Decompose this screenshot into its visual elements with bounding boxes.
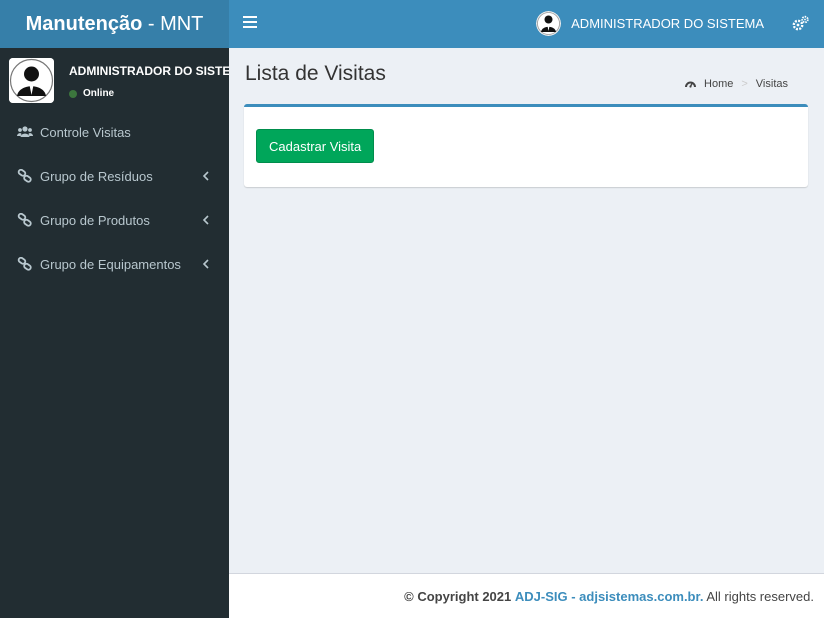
user-avatar-large-icon xyxy=(9,58,54,103)
chevron-left-icon xyxy=(202,215,209,225)
sidebar-item-grupo-equipamentos[interactable]: Grupo de Equipamentos xyxy=(0,242,229,286)
breadcrumb-separator: > xyxy=(741,78,748,90)
sidebar-item-label: Grupo de Equipamentos xyxy=(40,256,181,272)
sidebar-menu: Controle Visitas Grupo de Resíduos Grupo… xyxy=(0,110,229,286)
link-icon xyxy=(17,213,32,227)
sidebar-user-name: ADMINISTRADOR DO SISTEMA xyxy=(69,64,229,78)
dashboard-icon xyxy=(685,81,697,88)
sidebar-user-panel: ADMINISTRADOR DO SISTEMA Online xyxy=(0,48,229,110)
user-menu[interactable]: ADMINISTRADOR DO SISTEMA xyxy=(536,11,764,36)
footer-rights: All rights reserved. xyxy=(703,588,814,604)
chevron-left-icon xyxy=(202,259,209,269)
app-logo[interactable]: Manutenção - MNT xyxy=(0,0,229,48)
footer-copyright: © Copyright 2021 xyxy=(404,588,512,604)
page-title: Lista de Visitas xyxy=(245,62,386,85)
footer-company-link[interactable]: ADJ-SIG xyxy=(515,589,568,604)
online-status-label: Online xyxy=(83,88,115,99)
settings-gears-icon[interactable] xyxy=(792,15,809,32)
sidebar-item-label: Grupo de Produtos xyxy=(40,212,150,228)
footer: © Copyright 2021 ADJ-SIG - adjsistemas.c… xyxy=(229,573,824,618)
logo-bold-text: Manutenção xyxy=(25,12,143,35)
link-icon xyxy=(17,257,32,271)
top-navbar: ADMINISTRADOR DO SISTEMA xyxy=(229,0,824,48)
breadcrumb-current: Visitas xyxy=(755,78,788,90)
logo-rest-text: - MNT xyxy=(142,12,204,35)
breadcrumb: Home > Visitas xyxy=(685,78,788,90)
chevron-left-icon xyxy=(202,171,209,181)
online-status: Online xyxy=(69,88,114,99)
breadcrumb-home-link[interactable]: Home xyxy=(704,78,733,90)
content-box: Cadastrar Visita xyxy=(244,104,808,187)
sidebar-item-label: Controle Visitas xyxy=(40,124,131,140)
sidebar-item-grupo-residuos[interactable]: Grupo de Resíduos xyxy=(0,154,229,198)
user-avatar-icon xyxy=(536,11,562,36)
link-icon xyxy=(17,169,32,183)
footer-separator: - xyxy=(567,588,580,604)
sidebar-toggle-hamburger-icon[interactable] xyxy=(243,16,257,30)
online-status-dot-icon xyxy=(69,89,77,98)
users-icon xyxy=(17,126,33,137)
sidebar-item-controle-visitas[interactable]: Controle Visitas xyxy=(0,110,229,154)
footer-site-link[interactable]: adjsistemas.com.br. xyxy=(579,589,703,604)
register-visit-button[interactable]: Cadastrar Visita xyxy=(256,129,375,163)
sidebar-item-label: Grupo de Resíduos xyxy=(40,168,153,184)
content-header: Lista de Visitas xyxy=(245,62,386,86)
user-menu-name: ADMINISTRADOR DO SISTEMA xyxy=(571,16,764,31)
sidebar: ADMINISTRADOR DO SISTEMA Online Controle… xyxy=(0,48,229,618)
sidebar-item-grupo-produtos[interactable]: Grupo de Produtos xyxy=(0,198,229,242)
